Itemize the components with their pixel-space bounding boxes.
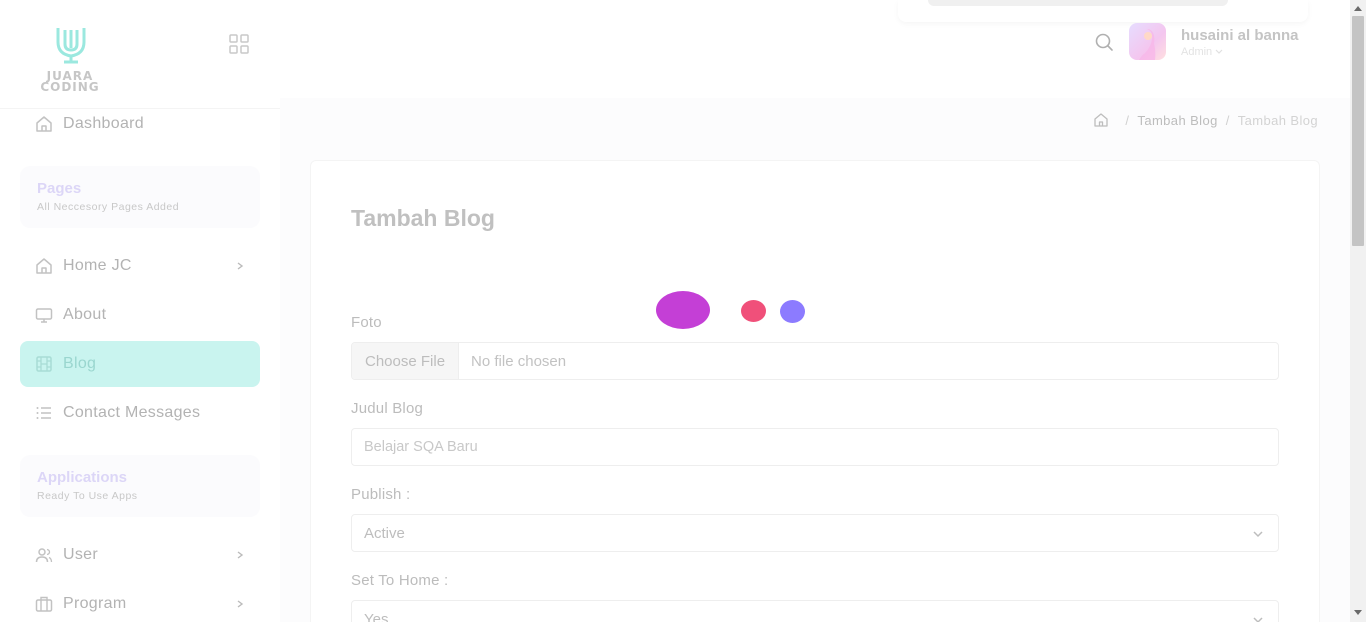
sidebar-item-user[interactable]: User bbox=[20, 532, 260, 578]
chevron-down-icon bbox=[1253, 617, 1263, 622]
sidebar-item-home-jc[interactable]: Home JC bbox=[20, 243, 260, 289]
home-selected-value: Yes bbox=[364, 610, 389, 622]
section-title: Pages bbox=[37, 180, 82, 197]
home-icon bbox=[35, 115, 53, 133]
publish-label: Publish : bbox=[351, 486, 411, 503]
judul-blog-label: Judul Blog bbox=[351, 400, 424, 417]
section-title: Applications bbox=[37, 469, 128, 486]
top-header: husaini al banna Admin bbox=[280, 0, 1350, 98]
foto-file-input[interactable]: Choose File No file chosen bbox=[351, 342, 1279, 380]
publish-select[interactable]: Active bbox=[351, 514, 1279, 552]
sidebar: JUARA CODING Dashboard Pages All Necceso… bbox=[0, 0, 280, 622]
choose-file-button[interactable]: Choose File bbox=[352, 343, 460, 379]
sidebar-item-label: About bbox=[63, 306, 107, 323]
sidebar-item-label: Program bbox=[63, 595, 127, 612]
brand-logo-text: JUARA CODING bbox=[40, 69, 100, 94]
loading-blob bbox=[656, 291, 710, 329]
applications-section-card: Applications Ready To Use Apps bbox=[20, 455, 260, 517]
chevron-down-icon bbox=[1253, 531, 1263, 538]
breadcrumb-separator: / bbox=[1225, 112, 1230, 128]
user-role-label: Admin bbox=[1181, 46, 1213, 58]
form-card: Tambah Blog Foto Choose File No file cho… bbox=[310, 160, 1320, 622]
home-icon bbox=[35, 257, 53, 275]
sidebar-item-label: Blog bbox=[63, 355, 97, 372]
breadcrumb-current: Tambah Blog bbox=[1237, 112, 1318, 128]
chevron-right-icon bbox=[237, 262, 244, 270]
scroll-up-arrow-icon[interactable] bbox=[1354, 5, 1362, 11]
brand-logo[interactable]: JUARA CODING bbox=[34, 26, 106, 96]
publish-selected-value: Active bbox=[364, 524, 405, 542]
scroll-down-arrow-icon[interactable] bbox=[1354, 610, 1362, 616]
search-icon[interactable] bbox=[1094, 32, 1114, 52]
breadcrumb-link[interactable]: Tambah Blog bbox=[1137, 113, 1217, 128]
avatar[interactable] bbox=[1129, 23, 1166, 60]
trophy-logo-icon bbox=[56, 28, 86, 64]
users-icon bbox=[35, 546, 53, 564]
chevron-down-icon bbox=[1215, 49, 1223, 54]
page-title: Tambah Blog bbox=[351, 205, 495, 231]
scrollbar-thumb[interactable] bbox=[1352, 16, 1364, 246]
user-name[interactable]: husaini al banna bbox=[1181, 27, 1299, 44]
pages-section-card: Pages All Neccesory Pages Added bbox=[20, 166, 260, 228]
section-subtitle: All Neccesory Pages Added bbox=[37, 201, 180, 213]
sidebar-item-label: Dashboard bbox=[63, 115, 144, 132]
list-icon bbox=[35, 404, 53, 422]
set-to-home-select[interactable]: Yes bbox=[351, 600, 1279, 622]
breadcrumb-separator: / bbox=[1125, 112, 1130, 128]
sidebar-item-contact-messages[interactable]: Contact Messages bbox=[20, 390, 260, 436]
set-to-home-label: Set To Home : bbox=[351, 572, 449, 589]
judul-blog-input[interactable]: Belajar SQA Baru bbox=[351, 428, 1279, 466]
foto-label: Foto bbox=[351, 314, 382, 331]
file-status-text: No file chosen bbox=[471, 352, 567, 370]
breadcrumb: / Tambah Blog / Tambah Blog bbox=[1093, 111, 1318, 129]
briefcase-icon bbox=[35, 595, 53, 613]
app-root: JUARA CODING Dashboard Pages All Necceso… bbox=[0, 0, 1366, 622]
page-scrollbar[interactable] bbox=[1350, 0, 1366, 622]
sidebar-item-label: User bbox=[63, 546, 98, 563]
avatar-image bbox=[1139, 29, 1156, 60]
user-role-dropdown[interactable]: Admin bbox=[1181, 46, 1223, 58]
sidebar-item-label: Home JC bbox=[63, 257, 132, 274]
chevron-right-icon bbox=[237, 600, 244, 608]
main-content: husaini al banna Admin / Tambah Blog / T… bbox=[280, 0, 1350, 622]
chevron-right-icon bbox=[237, 551, 244, 559]
grid-menu-icon[interactable] bbox=[229, 34, 249, 54]
loading-dot bbox=[780, 300, 805, 323]
section-subtitle: Ready To Use Apps bbox=[37, 490, 138, 502]
sidebar-item-label: Contact Messages bbox=[63, 404, 201, 421]
film-icon bbox=[35, 355, 53, 373]
notification-toast bbox=[898, 0, 1308, 22]
sidebar-item-program[interactable]: Program bbox=[20, 581, 260, 622]
sidebar-item-dashboard[interactable]: Dashboard bbox=[20, 101, 260, 147]
sidebar-item-blog[interactable]: Blog bbox=[20, 341, 260, 387]
loading-dot bbox=[741, 300, 766, 322]
sidebar-item-about[interactable]: About bbox=[20, 292, 260, 338]
home-icon[interactable] bbox=[1093, 112, 1109, 128]
monitor-icon bbox=[35, 306, 53, 324]
